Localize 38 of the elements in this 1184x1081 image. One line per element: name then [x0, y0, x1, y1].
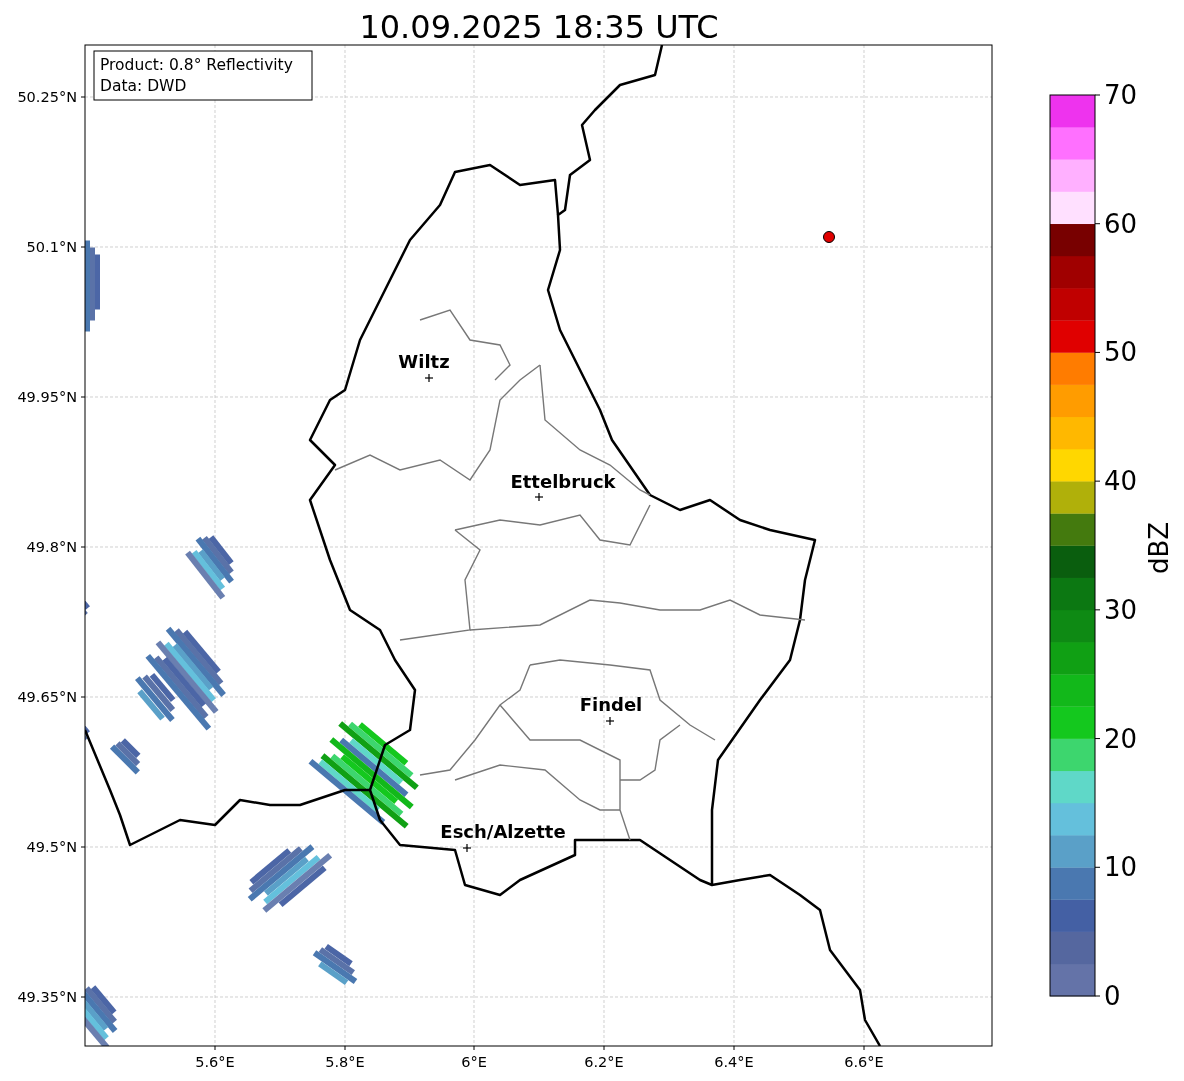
scale-label: 0: [1104, 981, 1121, 1011]
latitude-label: 49.5°N: [26, 839, 77, 855]
city-marker-icon: [605, 716, 615, 726]
radar-echo: [185, 535, 234, 600]
radar-echo: [109, 738, 141, 775]
city-label: Findel: [579, 694, 643, 715]
scale-label: 10: [1104, 852, 1138, 883]
scale-label: 20: [1104, 723, 1138, 754]
city-label: Ettelbruck: [510, 471, 616, 492]
city-label: Esch/Alzette: [440, 821, 566, 842]
radar-echo: [85, 985, 118, 1046]
longitude-label: 5.8°E: [325, 1054, 365, 1070]
longitude-label: 5.6°E: [195, 1054, 235, 1070]
longitude-label: 6.6°E: [844, 1054, 884, 1070]
info-text: Data: DWD: [100, 77, 187, 95]
scale-title: dBZ: [1144, 521, 1174, 575]
scale-label: 50: [1104, 337, 1138, 368]
longitude-label: 6.4°E: [714, 1054, 754, 1070]
latitude-label: 49.8°N: [26, 539, 77, 555]
radar-echo: [312, 943, 358, 986]
chart-title: 10.09.2025 18:35 UTC: [359, 8, 719, 46]
longitude-label: 6.2°E: [584, 1054, 624, 1070]
latitude-label: 49.95°N: [17, 389, 77, 405]
city-marker-icon: [462, 843, 472, 853]
latitude-label: 49.65°N: [17, 689, 77, 705]
latitude-label: 50.25°N: [17, 89, 77, 105]
city-marker-icon: [424, 373, 434, 383]
latitude-label: 50.1°N: [26, 239, 77, 255]
scale-label: 40: [1104, 466, 1138, 497]
city-marker-icon: [534, 492, 544, 502]
scale-label: 60: [1104, 208, 1138, 239]
latitude-label: 49.35°N: [17, 989, 77, 1005]
info-text: Product: 0.8° Reflectivity: [100, 56, 293, 74]
longitude-label: 6°E: [461, 1054, 487, 1070]
scale-label: 30: [1104, 594, 1138, 625]
scale-label: 70: [1104, 80, 1138, 110]
city-label: Wiltz: [398, 351, 450, 372]
site-marker-icon: [823, 231, 835, 243]
